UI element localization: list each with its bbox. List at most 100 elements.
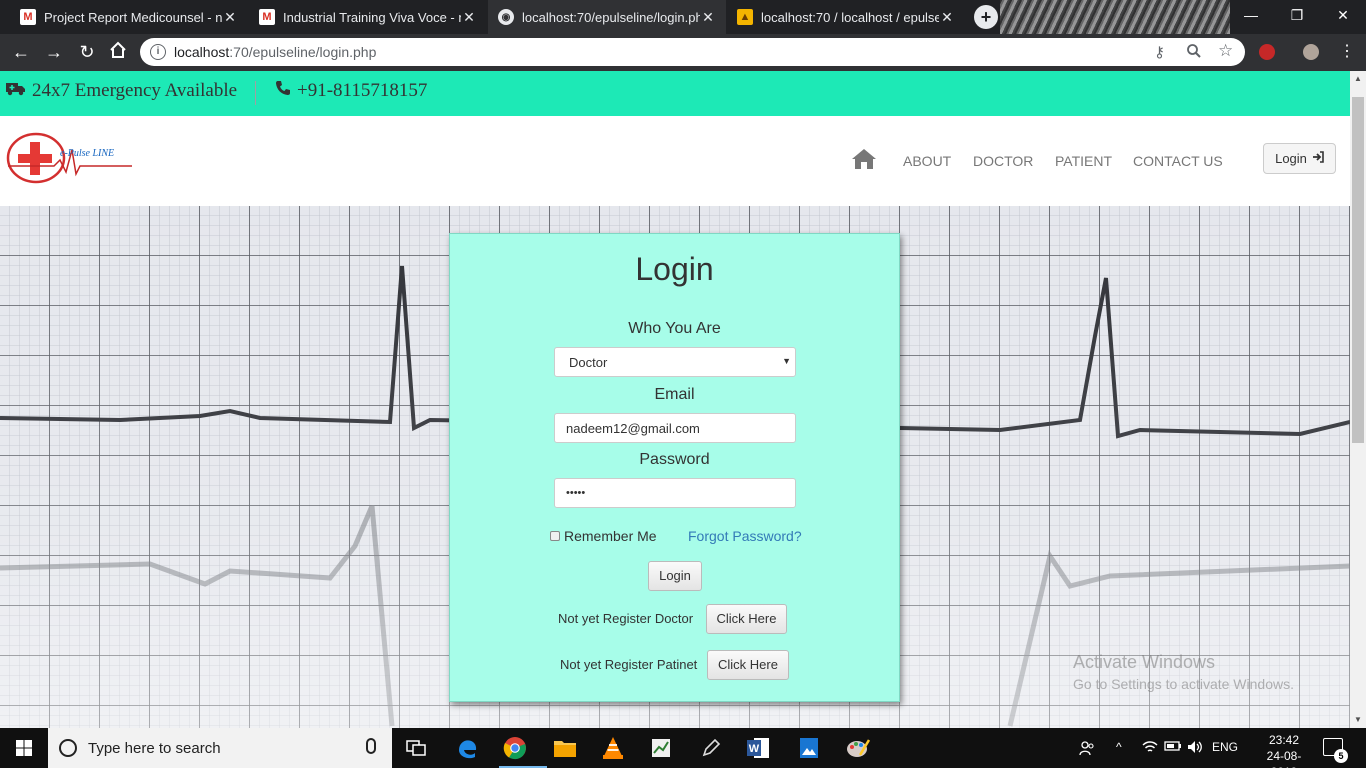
clock-time: 23:42 — [1268, 733, 1300, 747]
word-icon[interactable]: W — [742, 732, 774, 764]
gmail-icon: M — [20, 9, 36, 25]
register-doctor-text: Not yet Register Doctor — [558, 611, 694, 626]
vlc-icon[interactable] — [597, 732, 629, 764]
remember-me-label: Remember Me — [564, 528, 657, 544]
phpmyadmin-icon: ▲ — [737, 9, 753, 25]
login-title: Login — [635, 251, 714, 287]
back-arrow-icon[interactable]: ← — [10, 41, 32, 63]
page-viewport: 24x7 Emergency Available +91-8115718157 … — [0, 71, 1350, 728]
remember-me[interactable]: Remember Me — [550, 528, 657, 544]
site-navbar: e-Pulse LINE ABOUT DOCTOR PATIENT CONTAC… — [0, 116, 1350, 206]
nav-link-doctor[interactable]: DOCTOR — [973, 153, 1033, 169]
activation-watermark-title: Activate Windows — [1073, 652, 1216, 672]
forward-arrow-icon[interactable]: → — [43, 41, 65, 63]
pen-tool-icon[interactable] — [695, 732, 727, 764]
taskbar-search-box[interactable]: Type here to search — [48, 728, 392, 768]
zoom-icon[interactable] — [1186, 43, 1202, 63]
people-icon[interactable] — [1079, 740, 1095, 759]
clock-date: 24-08-2019 — [1266, 749, 1302, 768]
svg-text:W: W — [749, 743, 760, 755]
microphone-icon[interactable] — [366, 738, 376, 754]
login-card: Login Who You Are Doctor ▼ Email nadeem1… — [449, 233, 900, 702]
volume-icon[interactable] — [1187, 740, 1203, 757]
password-field[interactable]: ••••• — [554, 478, 796, 508]
action-center-icon[interactable]: 5 — [1323, 738, 1348, 763]
scrollbar-thumb[interactable] — [1352, 97, 1364, 443]
emergency-bar: 24x7 Emergency Available +91-8115718157 — [0, 71, 1350, 116]
minimize-icon[interactable]: — — [1228, 0, 1274, 30]
remember-me-checkbox[interactable] — [550, 531, 560, 541]
sign-in-icon — [1312, 151, 1324, 166]
nav-link-contact[interactable]: CONTACT US — [1133, 153, 1223, 169]
url-host: localhost — [174, 44, 230, 60]
cortana-icon — [59, 739, 77, 757]
password-field-value: ••••• — [566, 487, 586, 499]
login-submit-button[interactable]: Login — [648, 561, 702, 591]
dropdown-arrow-icon: ▼ — [782, 356, 791, 366]
battery-icon[interactable] — [1164, 740, 1182, 755]
register-patient-button[interactable]: Click Here — [707, 650, 789, 680]
close-tab-icon[interactable]: ✕ — [222, 9, 238, 26]
new-tab-button[interactable]: + — [974, 5, 998, 29]
taskbar-search-placeholder: Type here to search — [88, 740, 221, 757]
globe-icon: ◉ — [498, 9, 514, 25]
nav-login-label: Login — [1275, 151, 1307, 166]
browser-tab-3[interactable]: ◉ localhost:70/epulseline/login.php ✕ — [488, 0, 726, 34]
emergency-text: 24x7 Emergency Available — [32, 80, 238, 101]
close-tab-icon[interactable]: ✕ — [461, 9, 477, 26]
close-window-icon[interactable]: ✕ — [1320, 0, 1366, 30]
system-clock[interactable]: 23:42 24-08-2019 — [1258, 732, 1310, 768]
info-icon[interactable]: i — [150, 44, 166, 60]
reload-icon[interactable]: ↻ — [76, 41, 98, 63]
chevron-up-icon[interactable]: ^ — [1116, 740, 1122, 754]
bookmark-star-icon[interactable]: ☆ — [1218, 41, 1233, 61]
activation-watermark-subtitle: Go to Settings to activate Windows. — [1073, 676, 1294, 692]
browser-tab-4[interactable]: ▲ localhost:70 / localhost / epulseli ✕ — [727, 0, 965, 34]
windows-start-button[interactable] — [0, 728, 48, 768]
scroll-down-arrow-icon[interactable]: ▼ — [1350, 712, 1366, 728]
notification-count-badge: 5 — [1334, 749, 1348, 763]
menu-icon[interactable]: ⋮ — [1336, 41, 1358, 63]
scroll-up-arrow-icon[interactable]: ▲ — [1350, 71, 1366, 87]
nav-home-icon[interactable] — [851, 147, 877, 171]
profile-avatar[interactable] — [1303, 44, 1319, 60]
nav-link-about[interactable]: ABOUT — [903, 153, 951, 169]
logo-text: e-Pulse LINE — [60, 148, 114, 159]
page-scrollbar[interactable]: ▲ ▼ — [1350, 71, 1366, 728]
browser-toolbar: ← → ↻ i localhost:70/epulseline/login.ph… — [0, 34, 1366, 71]
paint-app-icon[interactable] — [842, 732, 874, 764]
nav-link-patient[interactable]: PATIENT — [1055, 153, 1112, 169]
topbar-divider — [255, 81, 256, 105]
network-icon[interactable] — [1142, 740, 1158, 757]
task-view-icon[interactable] — [400, 732, 432, 764]
file-explorer-icon[interactable] — [549, 732, 581, 764]
address-bar[interactable]: i localhost:70/epulseline/login.php ⚷ ☆ — [140, 38, 1245, 66]
role-select[interactable]: Doctor ▼ — [554, 347, 796, 377]
register-doctor-button[interactable]: Click Here — [706, 604, 787, 634]
extension-icon[interactable] — [1259, 44, 1275, 60]
email-field[interactable]: nadeem12@gmail.com — [554, 413, 796, 443]
site-logo[interactable]: e-Pulse LINE — [4, 130, 134, 192]
language-indicator[interactable]: ENG — [1212, 740, 1238, 754]
windows-taskbar: Type here to search W ^ ENG 23:42 24-08-… — [0, 728, 1366, 768]
close-tab-icon[interactable]: ✕ — [700, 9, 716, 26]
key-icon[interactable]: ⚷ — [1154, 43, 1165, 61]
forgot-password-link[interactable]: Forgot Password? — [688, 528, 802, 544]
phone-icon — [275, 80, 291, 102]
browser-tab-2[interactable]: M Industrial Training Viva Voce - na ✕ — [249, 0, 487, 34]
spreadsheet-app-icon[interactable] — [645, 732, 677, 764]
role-label: Who You Are — [628, 320, 721, 337]
browser-tab-1[interactable]: M Project Report Medicounsel - nad ✕ — [10, 0, 248, 34]
window-frame-artwork — [1000, 0, 1230, 34]
phone-number[interactable]: +91-8115718157 — [297, 80, 427, 102]
nav-login-button[interactable]: Login — [1263, 143, 1336, 174]
chrome-browser-icon[interactable] — [499, 732, 547, 768]
photos-app-icon[interactable] — [793, 732, 825, 764]
close-tab-icon[interactable]: ✕ — [939, 9, 955, 26]
restore-icon[interactable]: ❐ — [1274, 0, 1320, 30]
gmail-icon: M — [259, 9, 275, 25]
edge-browser-icon[interactable] — [451, 732, 483, 764]
ambulance-icon — [6, 80, 26, 102]
role-select-value: Doctor — [569, 355, 608, 370]
home-icon[interactable] — [107, 41, 129, 63]
